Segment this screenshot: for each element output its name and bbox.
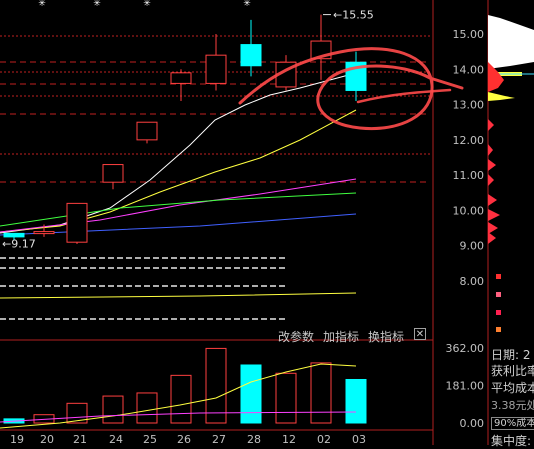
info-profit-ratio: 获利比率 <box>491 364 534 378</box>
info-cost-value: 3.38元处 <box>491 399 534 412</box>
chip-red-bar <box>488 174 494 186</box>
volume-bar <box>102 395 124 424</box>
y-tick-label: 11.00 <box>453 169 485 182</box>
x-tick-label: 21 <box>73 433 87 445</box>
switch-indicator-button[interactable]: 换指标 <box>368 328 404 345</box>
chip-red-bar <box>488 222 498 234</box>
volume-bar <box>240 364 262 424</box>
candle-body <box>66 202 88 243</box>
candle-body <box>33 231 55 235</box>
modify-params-button[interactable]: 改参数 <box>278 328 314 345</box>
ma-yellow-long-line <box>0 292 357 299</box>
x-tick-label: 02 <box>317 433 331 445</box>
candle-body <box>240 44 262 67</box>
x-tick-label: 12 <box>282 433 296 445</box>
ma-yellow-line <box>0 109 357 233</box>
y-tick-label: 8.00 <box>460 275 485 288</box>
legend-square-pink <box>496 292 501 297</box>
info-cost-90: 90%成本 <box>491 417 534 430</box>
info-concentration: 集中度: <box>491 434 532 448</box>
candle-body <box>170 72 192 84</box>
chip-red-bar <box>488 119 494 131</box>
star-marker: ✳ <box>243 0 251 9</box>
low-price-label: ←9.17 <box>2 238 36 251</box>
close-indicator-button[interactable]: ✕ <box>414 328 426 340</box>
info-avg-cost: 平均成本 <box>491 381 534 395</box>
x-tick-label: 24 <box>109 433 123 445</box>
volume-bar <box>310 362 332 424</box>
high-price-label: ←15.55 <box>333 9 374 22</box>
chip-yellow-peak <box>488 92 515 101</box>
chip-red-bar <box>488 144 493 156</box>
x-tick-label: 25 <box>143 433 157 445</box>
y-tick-label: 14.00 <box>453 63 485 76</box>
legend-square-magenta <box>496 310 501 315</box>
candle-body <box>102 164 124 183</box>
star-marker: ✳ <box>38 0 46 9</box>
y-tick-label: 10.00 <box>453 204 485 217</box>
x-tick-label: 27 <box>212 433 226 445</box>
volume-tick-label: 0.00 <box>460 417 485 430</box>
candlestick-chart[interactable]: ✳ ✳ ✳ ✳ 15.00 14.00 13.00 12.00 11.00 10.00 9.00 8.… <box>0 0 534 445</box>
candle-body <box>3 232 25 238</box>
chip-red-bar <box>488 159 496 171</box>
ma-magenta-line <box>0 178 357 233</box>
y-tick-label: 15.00 <box>453 28 485 41</box>
chip-distribution <box>488 15 534 244</box>
x-tick-label: 26 <box>177 433 191 445</box>
star-marker: ✳ <box>93 0 101 9</box>
y-tick-label: 12.00 <box>453 134 485 147</box>
chip-red-bar <box>488 232 496 244</box>
volume-tick-label: 181.00 <box>446 380 485 393</box>
ma-white-line <box>0 72 357 234</box>
volume-bar <box>205 347 227 424</box>
volume-bar <box>275 372 297 424</box>
chip-red-bar <box>488 209 500 221</box>
y-tick-label: 13.00 <box>453 99 485 112</box>
candle-body <box>205 54 227 84</box>
legend-square-orange <box>496 327 501 332</box>
star-marker: ✳ <box>143 0 151 9</box>
volume-bar <box>345 378 367 424</box>
legend-square-red <box>496 274 501 279</box>
x-tick-label: 20 <box>40 433 54 445</box>
x-tick-label: 19 <box>10 433 24 445</box>
ma-green-line <box>0 192 357 227</box>
chip-white-area <box>488 15 534 70</box>
chip-red-bar <box>488 194 497 206</box>
volume-bar <box>136 392 158 424</box>
y-tick-label: 9.00 <box>460 240 485 253</box>
add-indicator-button[interactable]: 加指标 <box>323 328 359 345</box>
x-tick-label: 03 <box>352 433 366 445</box>
volume-bar <box>170 374 192 424</box>
candle-body <box>136 121 158 141</box>
volume-tick-label: 362.00 <box>446 342 485 355</box>
x-tick-label: 28 <box>247 433 261 445</box>
info-date: 日期: 2 <box>491 348 531 362</box>
